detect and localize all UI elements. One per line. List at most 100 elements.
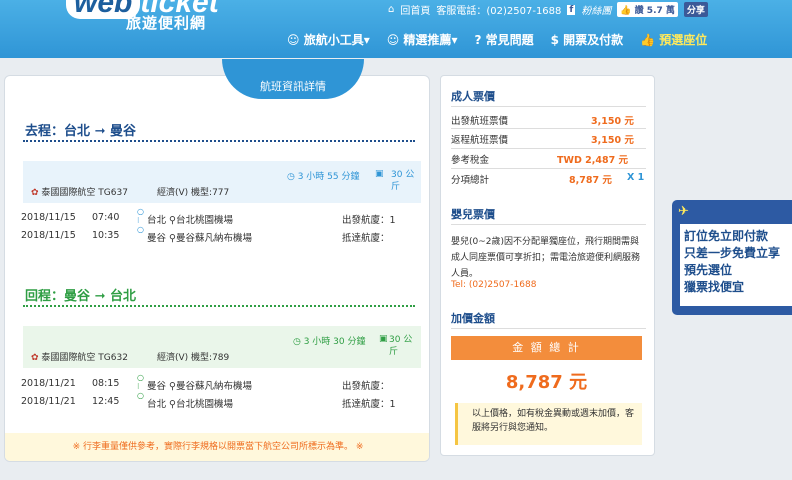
nav-tools-label: 旅航小工具 xyxy=(303,33,364,47)
fb-link[interactable]: 粉絲團 xyxy=(581,2,611,17)
inbound-airline: ✿ 泰國國際航空 TG632 xyxy=(31,350,128,363)
nav-seat-label: 預選座位 xyxy=(659,33,708,47)
clock-icon: ◷ xyxy=(287,172,298,182)
airline-logo-icon: ✿ xyxy=(31,353,42,363)
nav-faq[interactable]: ? 常見問題 xyxy=(474,31,533,48)
inbound-airline-name: 泰國國際航空 TG632 xyxy=(41,353,128,363)
baggage-note: ※ 行李重量僅供參考，實際行李規格以開票當下航空公司所標示為準。 ※ xyxy=(5,433,429,461)
outbound-title-label: 去程： xyxy=(25,124,65,139)
nav-featured-label: 精選推薦 xyxy=(403,33,452,47)
outbound-from: 台北 xyxy=(64,124,91,139)
inbound-arrive-city: 台北 xyxy=(147,399,167,410)
infant-price-text: 嬰兒(0~2歲)因不分配單獨座位，飛行期間需與成人同座票價可享折扣；需電洽旅遊便… xyxy=(451,237,641,279)
pin-icon: ⚲ xyxy=(169,381,177,392)
promo-line-2: 只差一步免費立享 xyxy=(684,246,781,260)
nav-payment-label: 開票及付款 xyxy=(563,33,624,47)
price-value-outbound: 3,150 元 xyxy=(591,116,634,127)
total-value: 8,787 元 xyxy=(505,372,588,393)
outbound-flight-box: ✿ 泰國國際航空 TG637 經濟(V) 機型:777 ◷ 3 小時 55 分鐘… xyxy=(23,161,421,203)
outbound-airline: ✿ 泰國國際航空 TG637 xyxy=(31,185,128,198)
extra-price-title: 加價金額 xyxy=(451,312,495,325)
nav-featured[interactable]: ☺ 精選推薦▾ xyxy=(387,31,458,48)
inbound-from: 曼谷 xyxy=(64,289,91,304)
top-links: ⌂ 回首頁 客服電話：(02)2507-1688 f 粉絲團 👍 讚 5.7 萬… xyxy=(388,2,708,17)
inbound-arrive-terminal: 抵達航廈：1 xyxy=(342,396,396,410)
inbound-baggage: 30 公斤 xyxy=(389,335,413,357)
infant-tel: Tel: (02)2507-1688 xyxy=(451,280,537,290)
price-label-tax: 參考稅金 xyxy=(451,155,490,166)
price-label-return: 返程航班票價 xyxy=(451,135,509,146)
home-icon: ⌂ xyxy=(388,4,395,15)
price-panel: 成人票價 出發航班票價 3,150 元 返程航班票價 3,150 元 參考稅金 … xyxy=(440,75,655,456)
outbound-duration-text: 3 小時 55 分鐘 xyxy=(297,172,360,182)
divider xyxy=(451,128,646,129)
divider xyxy=(451,328,646,329)
price-label-subtotal: 分項總計 xyxy=(451,175,490,186)
infant-price-title: 嬰兒票價 xyxy=(451,208,495,221)
logo-subtitle: 旅遊便利網 xyxy=(126,14,207,32)
pin-icon: ⚲ xyxy=(169,233,177,244)
inbound-divider xyxy=(23,305,415,307)
outbound-depart-place: 台北 ⚲台北桃園機場 xyxy=(147,212,233,226)
promo-content: 訂位免立即付款 只差一步免費立享 預先選位 獵票找便宜 xyxy=(680,224,792,306)
flight-info-tab: 航班資訊詳情 xyxy=(222,59,364,99)
outbound-depart-city: 台北 xyxy=(147,215,167,226)
outbound-divider xyxy=(23,140,415,142)
inbound-title-label: 回程： xyxy=(25,289,65,304)
promo-line-1: 訂位免立即付款 xyxy=(684,229,769,243)
outbound-arrive-place: 曼谷 ⚲曼谷蘇凡納布機場 xyxy=(147,230,252,244)
thumb-up-icon: 👍 xyxy=(620,6,635,16)
inbound-arrive-term: 1 xyxy=(389,399,396,410)
like-button[interactable]: 👍 讚 5.7 萬 xyxy=(617,2,678,17)
promo-line-4: 獵票找便宜 xyxy=(684,280,745,294)
outbound-duration: ◷ 3 小時 55 分鐘 xyxy=(287,169,359,182)
airline-logo-icon: ✿ xyxy=(31,188,42,198)
nav-seat[interactable]: 👍 預選座位 xyxy=(640,31,707,48)
inbound-arrive-time: 12:45 xyxy=(92,396,120,407)
outbound-depart-terminal: 出發航廈：1 xyxy=(342,212,396,226)
route-dots-icon: ○ ⁝ ○ xyxy=(137,373,144,400)
outbound-arrive-airport: 曼谷蘇凡納布機場 xyxy=(176,233,253,244)
inbound-flight-box: ✿ 泰國國際航空 TG632 經濟(V) 機型:789 ◷ 3 小時 30 分鐘… xyxy=(23,326,421,368)
price-value-tax: TWD 2,487 元 xyxy=(557,155,629,166)
outbound-title: 去程：台北 ➞ 曼谷 xyxy=(25,120,136,139)
divider xyxy=(451,148,646,149)
facebook-icon[interactable]: f xyxy=(567,4,576,15)
inbound-arrive-place: 台北 ⚲台北桃園機場 xyxy=(147,396,233,410)
divider xyxy=(451,106,646,107)
share-button[interactable]: 分享 xyxy=(683,2,708,17)
inbound-arrive-airport: 台北桃園機場 xyxy=(176,399,234,410)
baggage-icon: ▣ xyxy=(375,169,384,179)
clock-icon: ◷ xyxy=(293,337,304,347)
divider xyxy=(451,224,646,225)
price-value-subtotal: 8,787 元 xyxy=(569,175,612,186)
outbound-arrive-city: 曼谷 xyxy=(147,233,167,244)
inbound-title: 回程：曼谷 ➞ 台北 xyxy=(25,285,136,304)
inbound-class: 經濟(V) 機型:789 xyxy=(157,353,230,363)
outbound-arrive-term-label: 抵達航廈： xyxy=(342,233,390,244)
phone-text: 客服電話：(02)2507-1688 xyxy=(436,6,562,17)
inbound-to: 台北 xyxy=(110,289,137,304)
outbound-airline-name: 泰國國際航空 TG637 xyxy=(41,188,128,198)
home-link[interactable]: 回首頁 xyxy=(400,2,430,17)
airplane-icon: ✈ xyxy=(678,204,689,219)
nav-payment[interactable]: $ 開票及付款 xyxy=(551,31,624,48)
outbound-depart-term: 1 xyxy=(389,215,396,226)
promo-banner[interactable]: ✈ 訂位免立即付款 只差一步免費立享 預先選位 獵票找便宜 xyxy=(672,200,792,315)
outbound-arrive-time: 10:35 xyxy=(92,230,120,241)
like-label: 讚 5.7 萬 xyxy=(634,6,675,16)
price-value-return: 3,150 元 xyxy=(591,135,634,146)
outbound-class: 經濟(V) 機型:777 xyxy=(157,188,230,198)
inbound-depart-term-label: 出發航廈： xyxy=(342,381,390,392)
nav-tools[interactable]: ☺ 旅航小工具▾ xyxy=(287,31,370,48)
baggage-icon: ▣ xyxy=(379,334,388,344)
outbound-depart-time: 07:40 xyxy=(92,212,120,223)
outbound-arrive-terminal: 抵達航廈： xyxy=(342,230,390,244)
outbound-baggage: 30 公斤 xyxy=(391,170,415,192)
outbound-arrow-icon: ➞ xyxy=(94,124,106,139)
main-nav: ☺ 旅航小工具▾ ☺ 精選推薦▾ ? 常見問題 $ 開票及付款 👍 預選座位 xyxy=(287,31,707,48)
inbound-depart-time: 08:15 xyxy=(92,378,120,389)
inbound-depart-terminal: 出發航廈： xyxy=(342,378,390,392)
route-dots-icon: ○ ⁝ ○ xyxy=(137,207,144,234)
site-header: web ticket 旅遊便利網 ⌂ 回首頁 客服電話：(02)2507-1688… xyxy=(0,0,792,58)
